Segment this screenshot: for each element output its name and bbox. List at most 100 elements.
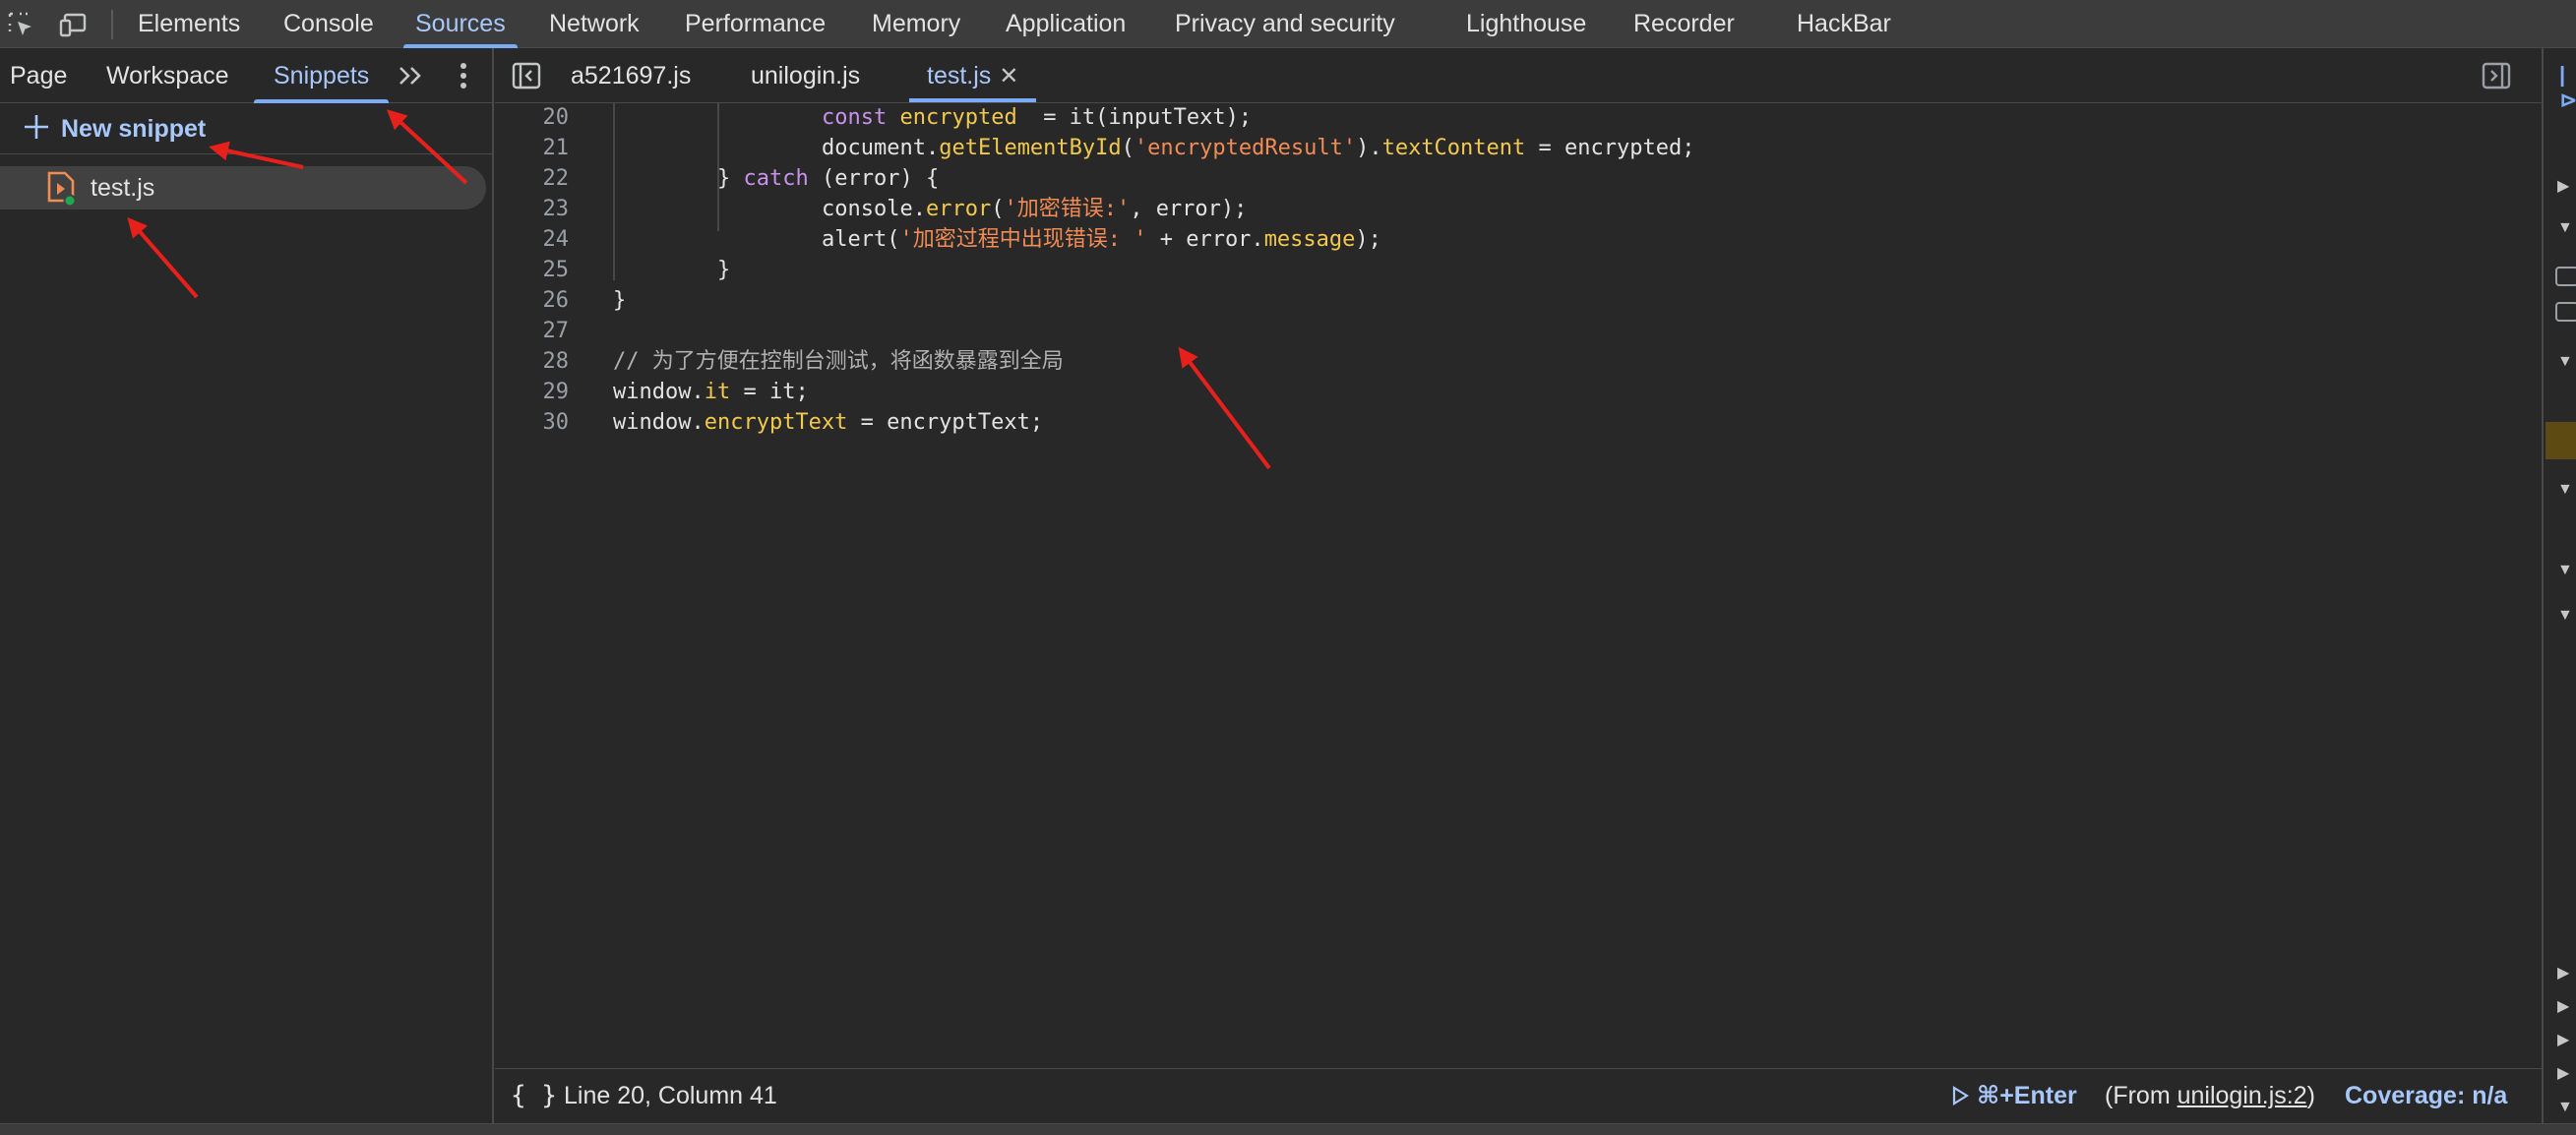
line-number[interactable]: 24	[495, 224, 570, 255]
more-options-icon[interactable]	[449, 58, 478, 93]
code-line[interactable]: 23 console.error('加密错误:', error);	[495, 194, 2542, 224]
code-token: (error) {	[808, 166, 940, 191]
run-snippet-button[interactable]: ⌘+Enter	[1951, 1069, 2077, 1122]
pretty-print-button[interactable]: { }	[511, 1069, 557, 1122]
plus-icon	[22, 112, 51, 142]
code-token: error	[925, 197, 992, 221]
tab-privacy-and-security[interactable]: Privacy and security	[1175, 0, 1395, 48]
snippet-name: test.js	[91, 174, 155, 202]
toggle-navigator-icon[interactable]	[511, 60, 542, 91]
snippet-item-test-js[interactable]: test.js	[0, 166, 486, 209]
editor-tab-a521697[interactable]: a521697.js	[571, 48, 691, 102]
source-origin: (From unilogin.js:2)	[2105, 1069, 2315, 1122]
line-number[interactable]: 30	[495, 407, 570, 438]
code-text: window.it = it;	[613, 377, 809, 407]
code-token: }	[717, 166, 744, 191]
code-line[interactable]: 27	[495, 316, 2542, 346]
line-number[interactable]: 25	[495, 255, 570, 285]
drawer-edge	[0, 1123, 2576, 1135]
code-line[interactable]: 21 document.getElementById('encryptedResu…	[495, 133, 2542, 163]
nav-tab-workspace[interactable]: Workspace	[106, 48, 229, 103]
line-number[interactable]: 21	[495, 133, 570, 163]
line-number[interactable]: 23	[495, 194, 570, 224]
code-line[interactable]: 24 alert('加密过程中出现错误: ' + error.message);	[495, 224, 2542, 255]
code-token: = encryptText;	[847, 410, 1044, 435]
play-icon	[1951, 1071, 1970, 1105]
chevron-down-icon[interactable]: ▼	[2557, 562, 2573, 579]
chevron-down-icon[interactable]: ▼	[2557, 481, 2573, 499]
code-text: } catch (error) {	[717, 163, 939, 194]
new-snippet-button[interactable]: New snippet	[22, 107, 206, 150]
pause-resume-icon[interactable]: |⊳	[2559, 62, 2576, 113]
source-origin-link[interactable]: unilogin.js:2	[2177, 1082, 2307, 1109]
tab-memory[interactable]: Memory	[872, 0, 960, 48]
checkbox-icon[interactable]	[2555, 302, 2576, 322]
code-text: // 为了方便在控制台测试，将函数暴露到全局	[613, 346, 1064, 377]
line-number[interactable]: 28	[495, 346, 570, 377]
code-line[interactable]: 30 window.encryptText = encryptText;	[495, 407, 2542, 438]
more-tabs-chevron-icon[interactable]	[394, 58, 429, 93]
code-token: message	[1263, 227, 1356, 252]
code-line[interactable]: 29 window.it = it;	[495, 377, 2542, 407]
code-text: alert('加密过程中出现错误: ' + error.message);	[822, 224, 1381, 255]
code-token: }	[717, 258, 731, 282]
chevron-down-icon[interactable]: ▼	[2557, 1099, 2573, 1116]
chevron-down-icon[interactable]: ▼	[2557, 607, 2573, 625]
code-token: const	[822, 105, 900, 130]
toolbar-separator	[111, 10, 113, 39]
line-number[interactable]: 27	[495, 316, 570, 346]
source-origin-prefix: (From	[2105, 1082, 2177, 1109]
toggle-debugger-icon[interactable]	[2481, 60, 2512, 91]
code-token: encrypted	[899, 105, 1017, 130]
code-token: alert(	[822, 227, 900, 252]
tab-sources[interactable]: Sources	[403, 0, 518, 48]
device-toolbar-icon[interactable]	[59, 10, 89, 39]
devtools-toolbar: Elements Console Sources Network Perform…	[0, 0, 2576, 48]
tab-application[interactable]: Application	[1006, 0, 1126, 48]
code-editor[interactable]: 20 const encrypted = it(inputText); 21 docu…	[495, 103, 2542, 1068]
editor-tab-unilogin[interactable]: unilogin.js	[751, 48, 860, 102]
close-icon[interactable]: ✕	[999, 49, 1018, 104]
code-line[interactable]: 22 } catch (error) {	[495, 163, 2542, 194]
inspect-element-icon[interactable]	[6, 10, 35, 39]
code-token: textContent	[1381, 136, 1526, 160]
chevron-right-icon[interactable]: ▶	[2557, 1030, 2569, 1049]
line-number[interactable]: 20	[495, 103, 570, 133]
tab-performance[interactable]: Performance	[685, 0, 826, 48]
tab-network[interactable]: Network	[549, 0, 640, 48]
tab-recorder[interactable]: Recorder	[1633, 0, 1735, 48]
coverage-status[interactable]: Coverage: n/a	[2345, 1069, 2507, 1122]
line-number[interactable]: 29	[495, 377, 570, 407]
chevron-down-icon[interactable]: ▼	[2557, 219, 2573, 237]
line-number[interactable]: 22	[495, 163, 570, 194]
code-text: }	[613, 285, 626, 316]
tab-lighthouse[interactable]: Lighthouse	[1466, 0, 1586, 48]
source-origin-suffix: )	[2306, 1082, 2315, 1109]
chevron-right-icon[interactable]: ▶	[2557, 996, 2569, 1016]
checkbox-icon[interactable]	[2555, 267, 2576, 286]
editor-tab-label: test.js	[927, 62, 992, 90]
cursor-position: Line 20, Column 41	[564, 1082, 777, 1109]
tab-hackbar[interactable]: HackBar	[1797, 0, 1891, 48]
code-line[interactable]: 25}	[495, 255, 2542, 285]
tab-elements[interactable]: Elements	[138, 0, 240, 48]
nav-tab-snippets[interactable]: Snippets	[253, 48, 390, 103]
editor-tab-test-js[interactable]: test.js ✕	[908, 48, 1037, 104]
code-token: );	[1355, 227, 1381, 252]
line-number[interactable]: 26	[495, 285, 570, 316]
chevron-right-icon[interactable]: ▶	[2557, 963, 2569, 983]
code-line[interactable]: 20 const encrypted = it(inputText);	[495, 103, 2542, 133]
chevron-right-icon[interactable]: ▶	[2557, 176, 2569, 196]
chevron-right-icon[interactable]: ▶	[2557, 1063, 2569, 1083]
chevron-down-icon[interactable]: ▼	[2557, 353, 2573, 371]
nav-tab-page[interactable]: Page	[10, 48, 67, 103]
code-token: '加密过程中出现错误: '	[899, 227, 1147, 252]
code-text: window.encryptText = encryptText;	[613, 407, 1043, 438]
code-line[interactable]: 26}	[495, 285, 2542, 316]
code-token: encryptText	[704, 410, 848, 435]
debugger-sidebar-edge: |⊳ ▶ ▼ ▼ ▼ ▼ ▼ ▶ ▶ ▶ ▶ ▼	[2542, 48, 2576, 1123]
code-token: '加密错误:'	[1004, 197, 1131, 221]
tab-console[interactable]: Console	[283, 0, 374, 48]
editor-status-bar: { } Line 20, Column 41 ⌘+Enter (From uni…	[495, 1068, 2542, 1123]
code-line[interactable]: 28 // 为了方便在控制台测试，将函数暴露到全局	[495, 346, 2542, 377]
